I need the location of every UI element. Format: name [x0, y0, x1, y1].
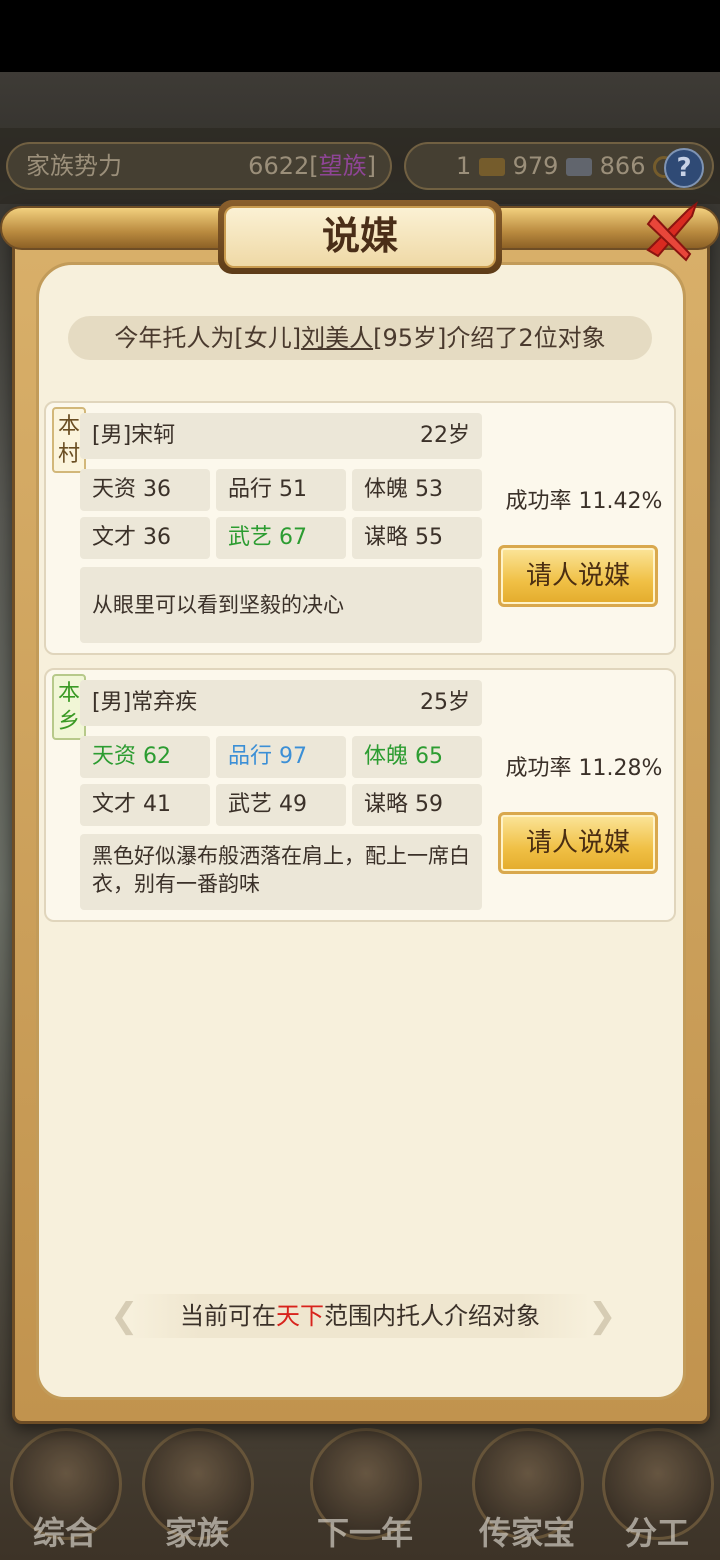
success-rate: 成功率 11.28%	[505, 756, 663, 781]
dialog-title: 说媒	[224, 206, 496, 268]
candidate-card: 本村 [男]宋轲 22岁 天资 36 品行 51 体魄 53 文才 36 武艺 …	[44, 401, 676, 655]
stat-literary: 文才 36	[80, 517, 210, 559]
nav-family[interactable]: 家族	[132, 1420, 262, 1560]
request-matchmaker-button[interactable]: 请人说媒	[498, 812, 658, 874]
stat-physique: 体魄 65	[352, 736, 482, 778]
candidate-description: 黑色好似瀑布般洒落在肩上，配上一席白衣，别有一番韵味	[80, 834, 482, 910]
footer-suffix: 范围内托人介绍对象	[324, 1302, 540, 1330]
nav-next-year[interactable]: 下一年	[290, 1420, 440, 1560]
candidate-name-row: [男]宋轲 22岁	[80, 413, 482, 459]
candidate-age: 22岁	[420, 423, 470, 448]
footer-highlight: 天下	[276, 1302, 324, 1330]
stat-martial: 武艺 67	[216, 517, 346, 559]
stat-talent: 天资 62	[80, 736, 210, 778]
intro-prefix: 今年托人为[女儿]	[114, 324, 302, 352]
silver-ingot-icon	[566, 158, 593, 176]
nav-label: 传家宝	[478, 1514, 575, 1552]
candidate-card: 本乡 [男]常弃疾 25岁 天资 62 品行 97 体魄 65 文才 41 武艺…	[44, 668, 676, 922]
resource-1: 1	[456, 152, 472, 180]
nav-division[interactable]: 分工	[592, 1420, 720, 1560]
nav-label: 综合	[32, 1514, 97, 1552]
stat-martial: 武艺 49	[216, 784, 346, 826]
family-power-label: 家族势力	[26, 152, 122, 180]
stat-literary: 文才 41	[80, 784, 210, 826]
candidate-name-row: [男]常弃疾 25岁	[80, 680, 482, 726]
footer-note: 当前可在天下范围内托人介绍对象	[106, 1294, 614, 1338]
stat-conduct: 品行 97	[216, 736, 346, 778]
close-icon[interactable]	[640, 198, 702, 266]
resources-display: 1 979 866 ?	[404, 142, 714, 190]
nav-label: 分工	[624, 1514, 689, 1552]
daughter-name-link[interactable]: 刘美人	[301, 324, 373, 352]
candidate-description: 从眼里可以看到坚毅的决心	[80, 567, 482, 643]
gold-ingot-icon	[478, 158, 505, 176]
help-icon[interactable]: ?	[664, 148, 704, 188]
resource-3: 866	[599, 152, 646, 180]
candidate-name: [男]常弃疾	[92, 690, 198, 715]
nav-general[interactable]: 综合	[0, 1420, 130, 1560]
request-matchmaker-button[interactable]: 请人说媒	[498, 545, 658, 607]
stat-conduct: 品行 51	[216, 469, 346, 511]
intro-banner: 今年托人为[女儿]刘美人[95岁]介绍了2位对象	[68, 316, 652, 360]
status-bar	[0, 0, 720, 72]
family-power-rank: 望族	[318, 152, 367, 180]
nav-label: 家族	[164, 1514, 229, 1552]
candidate-age: 25岁	[420, 690, 470, 715]
family-power-value: 6622	[248, 152, 310, 180]
stat-strategy: 谋略 59	[352, 784, 482, 826]
stat-physique: 体魄 53	[352, 469, 482, 511]
footer-prefix: 当前可在	[180, 1302, 276, 1330]
success-rate: 成功率 11.42%	[505, 489, 663, 514]
family-power-display: 家族势力 6622[望族]	[6, 142, 392, 190]
dialog-title-plaque: 说媒	[218, 200, 502, 274]
bottom-nav: 综合 家族 下一年 传家宝 分工	[0, 1420, 720, 1560]
nav-heirloom[interactable]: 传家宝	[462, 1420, 592, 1560]
intro-suffix: [95岁]介绍了2位对象	[373, 324, 606, 352]
stat-talent: 天资 36	[80, 469, 210, 511]
stat-strategy: 谋略 55	[352, 517, 482, 559]
candidate-name: [男]宋轲	[92, 423, 176, 448]
resource-2: 979	[512, 152, 559, 180]
nav-label: 下一年	[316, 1514, 413, 1552]
